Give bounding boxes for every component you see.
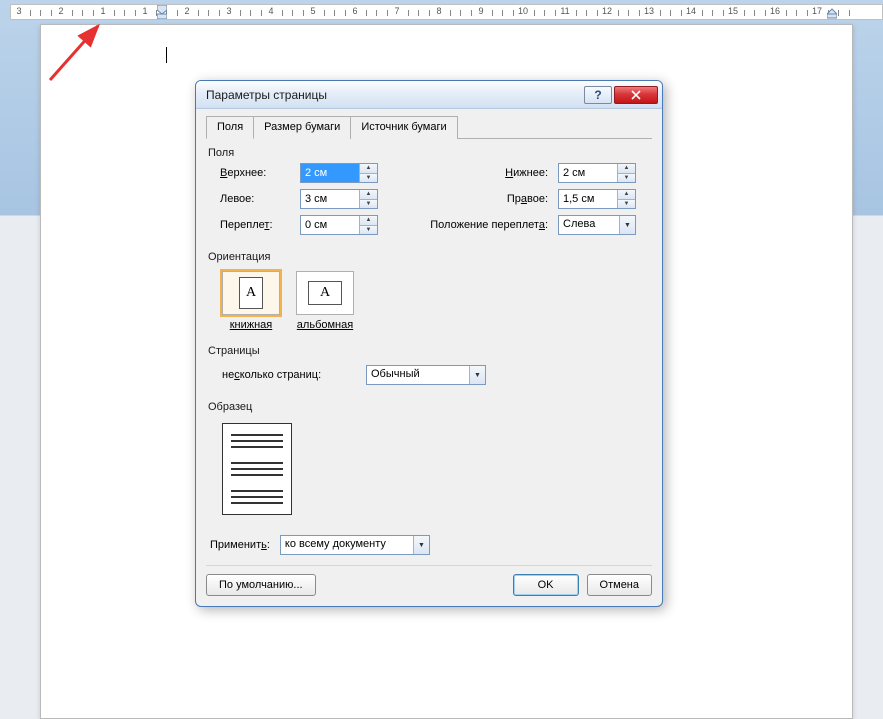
orientation-portrait[interactable]: A книжная [222,271,280,331]
chevron-down-icon[interactable]: ▼ [469,366,485,384]
ruler-number: 1 [142,6,147,16]
top-margin-spinner[interactable]: ▲▼ [300,163,378,183]
bottom-margin-input[interactable] [559,164,617,182]
tab-margins[interactable]: Поля [206,116,254,139]
gutter-spinner[interactable]: ▲▼ [300,215,378,235]
spin-up-icon[interactable]: ▲ [618,190,635,200]
multiple-pages-combo[interactable]: Обычный ▼ [366,365,486,385]
left-margin-input[interactable] [301,190,359,208]
apply-to-combo[interactable]: ко всему документу ▼ [280,535,430,555]
tab-paper-size[interactable]: Размер бумаги [253,116,351,139]
dialog-titlebar[interactable]: Параметры страницы ? [196,81,662,109]
landscape-icon: A [296,271,354,315]
close-button[interactable] [614,86,658,104]
apply-to-label: Применить: [210,539,270,551]
spin-down-icon[interactable]: ▼ [360,174,377,183]
gutter-position-combo[interactable]: Слева ▼ [558,215,636,235]
ruler-number: 3 [226,6,231,16]
section-preview-label: Образец [208,401,652,413]
portrait-icon: A [222,271,280,315]
right-margin-label: Правое: [390,193,558,205]
chevron-down-icon[interactable]: ▼ [619,216,635,234]
ruler-number: 5 [310,6,315,16]
multiple-pages-label: несколько страниц: [222,369,350,381]
ruler-number: 9 [478,6,483,16]
bottom-margin-label: Нижнее: [390,167,558,179]
spin-up-icon[interactable]: ▲ [360,190,377,200]
section-margins-label: Поля [208,147,652,159]
text-cursor [166,47,167,63]
gutter-input[interactable] [301,216,359,234]
ruler-number: 1 [100,6,105,16]
gutter-label: Переплет: [220,219,300,231]
bottom-margin-spinner[interactable]: ▲▼ [558,163,636,183]
orientation-landscape-label: альбомная [297,319,353,331]
ruler-number: 3 [16,6,21,16]
ruler-number: 12 [602,6,612,16]
tab-paper-source[interactable]: Источник бумаги [350,116,457,139]
horizontal-ruler[interactable]: 3211234567891011121314151617 [0,4,883,22]
ruler-number: 10 [518,6,528,16]
orientation-portrait-label: книжная [230,319,273,331]
spin-down-icon[interactable]: ▼ [360,200,377,209]
ruler-number: 8 [436,6,441,16]
ruler-number: 11 [560,6,569,16]
right-margin-input[interactable] [559,190,617,208]
left-margin-spinner[interactable]: ▲▼ [300,189,378,209]
default-button[interactable]: По умолчанию... [206,574,316,596]
ruler-number: 16 [770,6,780,16]
ok-button[interactable]: OK [513,574,579,596]
top-margin-label: Верхнее: [220,167,300,179]
spin-down-icon[interactable]: ▼ [618,200,635,209]
section-pages-label: Страницы [208,345,652,357]
ruler-number: 7 [394,6,399,16]
ruler-number: 13 [644,6,654,16]
tab-row: Поля Размер бумаги Источник бумаги [206,115,652,139]
apply-to-value: ко всему документу [281,536,413,554]
ruler-number: 4 [268,6,273,16]
spin-up-icon[interactable]: ▲ [618,164,635,174]
cancel-button[interactable]: Отмена [587,574,652,596]
section-orientation-label: Ориентация [208,251,652,263]
multiple-pages-value: Обычный [367,366,469,384]
chevron-down-icon[interactable]: ▼ [413,536,429,554]
left-margin-label: Левое: [220,193,300,205]
preview-page-icon [222,423,292,515]
ruler-number: 6 [352,6,357,16]
right-indent-marker-icon[interactable] [827,5,837,19]
ruler-number: 14 [686,6,696,16]
ruler-number: 17 [812,6,822,16]
gutter-position-label: Положение переплета: [390,219,558,231]
ruler-number: 2 [184,6,189,16]
dialog-footer: По умолчанию... OK Отмена [206,565,652,596]
right-margin-spinner[interactable]: ▲▼ [558,189,636,209]
spin-up-icon[interactable]: ▲ [360,164,377,174]
ruler-number: 15 [728,6,738,16]
gutter-position-value: Слева [559,216,619,234]
spin-up-icon[interactable]: ▲ [360,216,377,226]
orientation-landscape[interactable]: A альбомная [296,271,354,331]
ruler-number: 2 [58,6,63,16]
spin-down-icon[interactable]: ▼ [360,226,377,235]
help-button[interactable]: ? [584,86,612,104]
dialog-title: Параметры страницы [206,88,584,102]
top-margin-input[interactable] [301,164,359,182]
page-setup-dialog: Параметры страницы ? Поля Размер бумаги … [195,80,663,607]
spin-down-icon[interactable]: ▼ [618,174,635,183]
